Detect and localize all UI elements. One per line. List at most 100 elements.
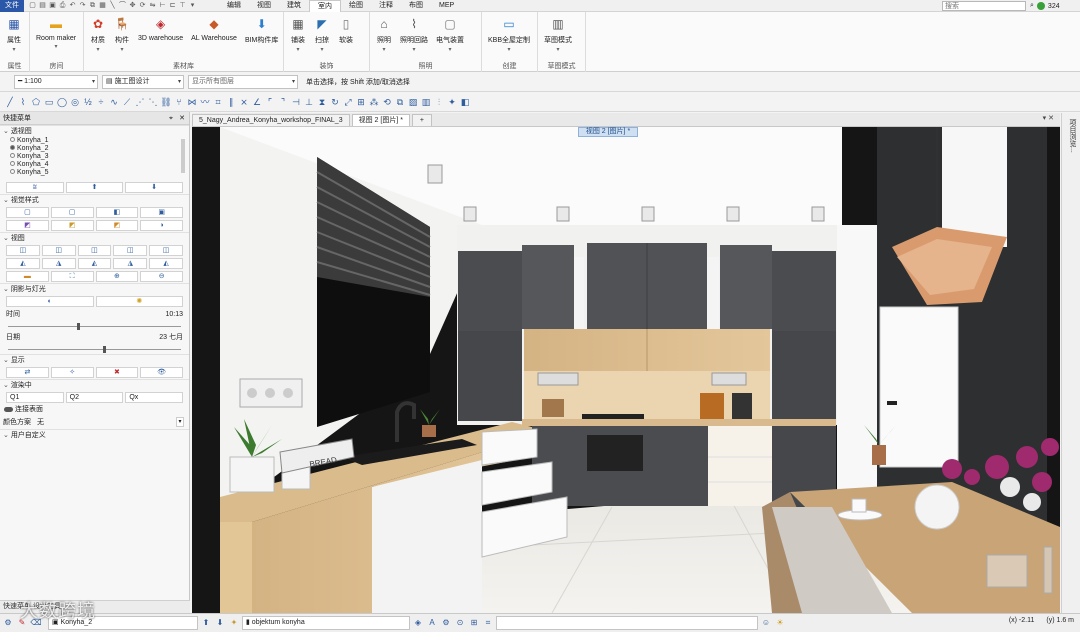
rect-tool-icon[interactable]: ▭	[43, 96, 55, 108]
view-top-icon[interactable]: ◫	[149, 245, 183, 256]
tab-document-view2[interactable]: 视图 2 [图片] *	[351, 114, 410, 126]
tab-layout[interactable]: 布图	[401, 0, 431, 12]
extend-tool-icon[interactable]: ⊣	[290, 96, 302, 108]
render-qx-button[interactable]: Qx	[125, 392, 184, 403]
iso-3-icon[interactable]: ◭	[77, 258, 112, 269]
copy-tool-icon[interactable]: ⧉	[394, 96, 406, 108]
iso-1-icon[interactable]: ◭	[6, 258, 40, 269]
tab-annotation[interactable]: 注释	[371, 0, 401, 12]
settings-icon[interactable]: ⚙	[2, 617, 14, 629]
tab-interior[interactable]: 室内	[309, 0, 341, 12]
copy-icon[interactable]: ⧉	[88, 1, 97, 10]
drawing-design-select[interactable]: ▤ 施工图设计 ▾	[102, 74, 184, 89]
layer-select[interactable]: 显示所有图层 ▾	[188, 74, 298, 89]
sparkle-icon[interactable]: ✧	[50, 367, 94, 378]
arc-icon[interactable]: ⌒	[118, 1, 127, 10]
chart-tool-icon[interactable]: ▥	[420, 96, 432, 108]
3d-viewport[interactable]: BREAD	[192, 127, 1060, 613]
scale-select[interactable]: ━ 1:100 ▾	[14, 74, 98, 89]
wireframe-icon[interactable]: ▢	[6, 207, 49, 218]
tab-drawing[interactable]: 绘图	[341, 0, 371, 12]
mirror-tool-icon[interactable]: ⧗	[316, 96, 328, 108]
line-tool-icon[interactable]: ╱	[4, 96, 16, 108]
list-item[interactable]: Konyha_2	[10, 145, 189, 153]
render-q2-button[interactable]: Q2	[65, 392, 124, 403]
measure-icon[interactable]: ⊢	[158, 1, 167, 10]
node-tool-icon[interactable]: ⋰	[134, 96, 146, 108]
connect-surface-toggle[interactable]: 连接表面	[0, 404, 189, 416]
move-up-icon[interactable]: ⬆	[65, 182, 124, 193]
list-item[interactable]: Konyha_1	[10, 137, 189, 145]
render-q1-button[interactable]: Q1	[6, 392, 64, 403]
profile-icon[interactable]: ☺	[760, 617, 772, 629]
join-tool-icon[interactable]: ⋈	[186, 96, 198, 108]
time-slider[interactable]	[8, 322, 181, 331]
list-item[interactable]: Konyha_5	[10, 169, 189, 177]
sun-icon[interactable]: ☀	[774, 617, 786, 629]
snap-icon[interactable]: ⊙	[454, 617, 466, 629]
swap-icon[interactable]: ⇄	[6, 367, 49, 378]
refresh-tool-icon[interactable]: ⟲	[381, 96, 393, 108]
section-perspective[interactable]: 透视图	[0, 125, 189, 137]
magic-tool-icon[interactable]: ✦	[446, 96, 458, 108]
move-down-icon[interactable]: ⬇	[125, 182, 184, 193]
project-browser-strip[interactable]: 项目浏览...	[1061, 113, 1080, 613]
mirror-icon[interactable]: ⇋	[148, 1, 157, 10]
iso-4-icon[interactable]: ◮	[113, 258, 148, 269]
offset-icon[interactable]: ⊏	[168, 1, 177, 10]
parallel-tool-icon[interactable]: ∥	[225, 96, 237, 108]
textured-icon[interactable]: ▣	[140, 207, 183, 218]
tab-edit[interactable]: 编辑	[219, 0, 249, 12]
rotate-icon[interactable]: ⟳	[138, 1, 147, 10]
shadow-icon[interactable]: ◐	[6, 296, 94, 307]
view-front-icon[interactable]: ◫	[6, 245, 40, 256]
section-view[interactable]: 视图	[0, 232, 189, 244]
scale-tool-icon[interactable]: ⤢	[342, 96, 354, 108]
undo-icon[interactable]: ↶	[68, 1, 77, 10]
list-item[interactable]: Konyha_3	[10, 153, 189, 161]
text-tool-icon[interactable]: A	[426, 617, 438, 629]
wave-tool-icon[interactable]: 〰	[199, 96, 211, 108]
tab-document-project[interactable]: 5_Nagy_Andrea_Konyha_workshop_FINAL_3	[192, 114, 350, 126]
iso-2-icon[interactable]: ◮	[41, 258, 76, 269]
curve-tool-icon[interactable]: ∿	[108, 96, 120, 108]
new-icon[interactable]: ▢	[28, 1, 37, 10]
circle-tool-icon[interactable]: ◯	[56, 96, 68, 108]
layers-icon[interactable]: ◈	[412, 617, 424, 629]
tab-view[interactable]: 视图	[249, 0, 279, 12]
polygon-tool-icon[interactable]: ⬠	[30, 96, 42, 108]
save-icon[interactable]: ▣	[48, 1, 57, 10]
open-icon[interactable]: ▤	[38, 1, 47, 10]
project-browser-label[interactable]: 项目浏览...	[1067, 119, 1077, 153]
iso-5-icon[interactable]: ◭	[149, 258, 183, 269]
colored-icon[interactable]: ◩	[6, 220, 49, 231]
zoom-in-icon[interactable]: ⊕	[95, 271, 139, 282]
redo-icon[interactable]: ↷	[78, 1, 87, 10]
section-visual-style[interactable]: 视觉样式	[0, 194, 189, 206]
view-back-icon[interactable]: ◫	[41, 245, 76, 256]
grid-tool-icon[interactable]: ⌗	[212, 96, 224, 108]
delete-icon[interactable]: ✖	[95, 367, 139, 378]
dropdown-icon[interactable]: ▾	[188, 1, 197, 10]
date-slider-knob[interactable]	[103, 346, 107, 353]
shaded-icon[interactable]: ◧	[95, 207, 139, 218]
filter-icon[interactable]: ⩰	[6, 182, 64, 193]
snap-tool-icon[interactable]: ⟋	[121, 96, 133, 108]
section-render[interactable]: 渲染中	[0, 379, 189, 391]
hidden-line-icon[interactable]: ▢	[50, 207, 94, 218]
cross-tool-icon[interactable]: ⨯	[238, 96, 250, 108]
ortho-icon[interactable]: ⊞	[468, 617, 480, 629]
paste-icon[interactable]: ▦	[98, 1, 107, 10]
tab-mep[interactable]: MEP	[431, 0, 462, 12]
hatch-tool-icon[interactable]: ▨	[407, 96, 419, 108]
object-layer-select[interactable]: ▮ objektum konyha	[242, 616, 410, 630]
layer-tool-icon[interactable]: ◧	[459, 96, 471, 108]
arrow-down-icon[interactable]: ⬇	[214, 617, 226, 629]
file-menu[interactable]: 文件	[0, 0, 24, 12]
divide-tool-icon[interactable]: ÷	[95, 96, 107, 108]
angle-tool-icon[interactable]: ∠	[251, 96, 263, 108]
fillet-tool-icon[interactable]: ⌜	[264, 96, 276, 108]
node2-tool-icon[interactable]: ⋱	[147, 96, 159, 108]
move-icon[interactable]: ✥	[128, 1, 137, 10]
search-icon[interactable]: ⌕	[1030, 2, 1034, 10]
